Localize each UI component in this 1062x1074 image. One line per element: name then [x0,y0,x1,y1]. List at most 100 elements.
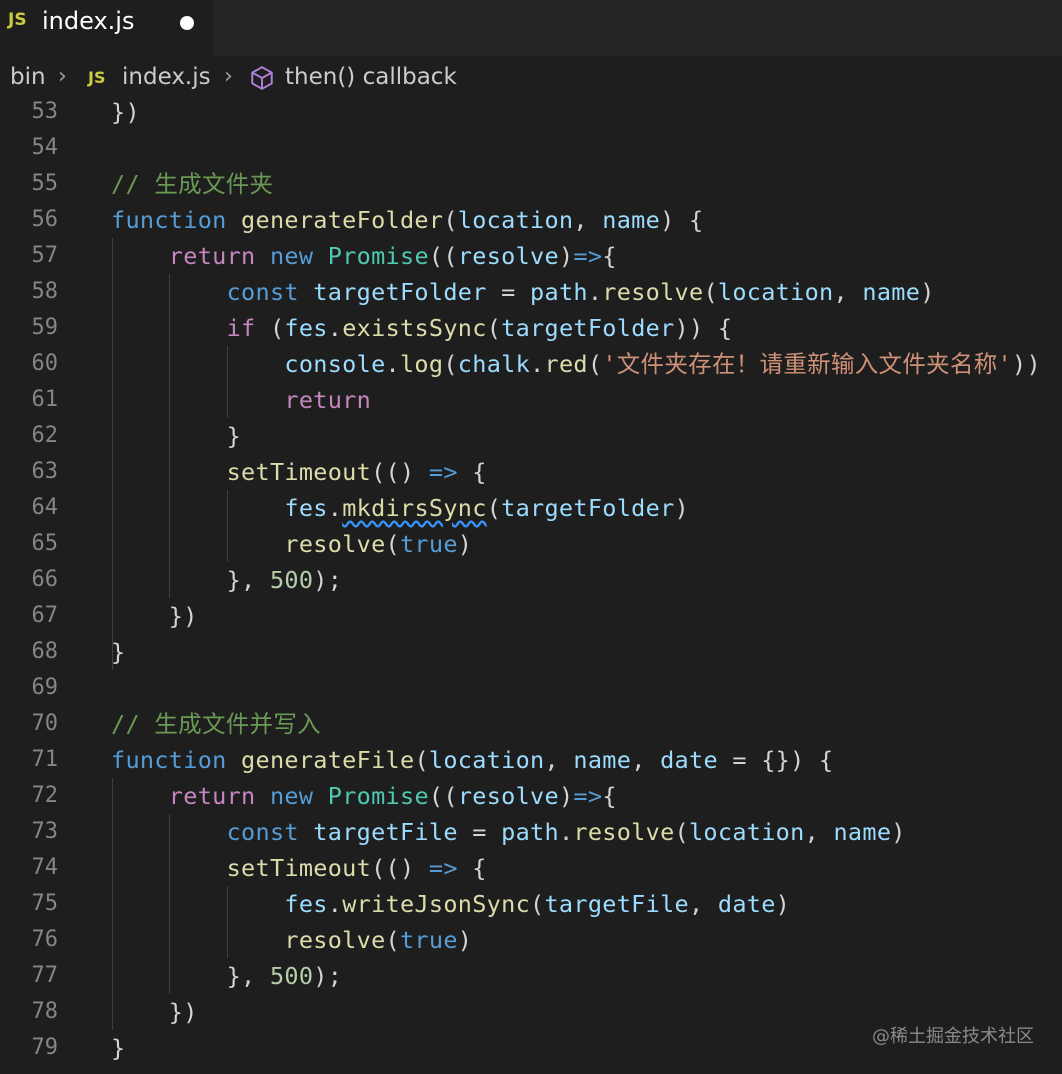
code-line[interactable]: 64 fes.mkdirsSync(targetFolder) [0,490,1062,526]
code-token: } [111,1034,126,1062]
code-token: = [457,818,502,846]
code-line[interactable]: 73 const targetFile = path.resolve(locat… [0,814,1062,850]
code-line[interactable]: 61 return [0,382,1062,418]
breadcrumb-symbol[interactable]: then() callback [285,64,457,90]
breadcrumb-folder[interactable]: bin [10,64,46,90]
code-token: . [558,818,574,846]
code-line[interactable]: 76 resolve(true) [0,922,1062,958]
tab-bar: JS index.js [0,0,1062,56]
code-token: ( [530,890,545,918]
code-line[interactable]: 67 }) [0,598,1062,634]
code-token: ) { [660,206,704,234]
code-token: ( [385,530,400,558]
line-number: 62 [31,423,59,448]
line-number: 57 [31,243,59,268]
code-line[interactable]: 57 return new Promise((resolve)=>{ [0,238,1062,274]
code-line[interactable]: 69 [0,670,1062,706]
chevron-right-icon: › [224,64,233,89]
code-line[interactable]: 72 return new Promise((resolve)=>{ [0,778,1062,814]
code-line[interactable]: 53}) [0,94,1062,130]
code-token: name [833,818,892,846]
watermark: @稀土掘金技术社区 [872,1026,1034,1047]
code-token: }) [111,98,140,126]
code-token: }, [111,566,270,594]
tab-index-js[interactable]: JS index.js [0,0,214,56]
code-line[interactable]: 75 fes.writeJsonSync(targetFile, date) [0,886,1062,922]
code-line[interactable]: 58 const targetFolder = path.resolve(loc… [0,274,1062,310]
code-line[interactable]: 56 function generateFolder(location, name… [0,202,1062,238]
code-token: ( [486,494,502,522]
line-number: 74 [31,855,59,880]
code-token: generateFolder [241,206,444,234]
javascript-file-icon: JS [8,10,27,30]
code-token: { [457,854,487,882]
code-line[interactable]: 54 [0,130,1062,166]
code-token: true [399,926,458,954]
code-line[interactable]: 70 // 生成文件并写入 [0,706,1062,742]
code-line[interactable]: 62 } [0,418,1062,454]
line-number: 64 [31,495,59,520]
code-line[interactable]: 55 // 生成文件夹 [0,166,1062,202]
code-text: resolve(true) [111,526,472,562]
code-text: return new Promise((resolve)=>{ [111,238,617,274]
code-token: setTimeout [226,458,372,486]
code-token: targetFolder [501,494,675,522]
tab-label: index.js [42,7,135,35]
code-line[interactable]: 68} [0,634,1062,670]
code-text: } [111,418,241,454]
code-token: ); [313,962,343,990]
code-line[interactable]: 77 }, 500); [0,958,1062,994]
code-line[interactable]: 74 setTimeout(() => { [0,850,1062,886]
code-token: } [111,422,242,450]
line-number: 76 [31,927,59,952]
code-line[interactable]: 59 if (fes.existsSync(targetFolder)) { [0,310,1062,346]
code-token: if [226,314,256,342]
line-number: 70 [31,711,59,736]
line-number: 69 [31,675,59,700]
code-token: { [457,458,487,486]
code-text: const targetFolder = path.resolve(locati… [111,274,935,310]
code-token: ) [775,890,791,918]
code-line[interactable]: 71 function generateFile(location, name, … [0,742,1062,778]
code-token: = {}) { [717,746,834,774]
code-token: ( [414,746,429,774]
code-token: resolve [602,278,704,306]
code-token: . [327,494,343,522]
code-text: function generateFolder(location, name) … [111,202,703,238]
breadcrumb-file[interactable]: index.js [122,64,211,90]
code-token: ); [313,566,343,594]
code-token: ) [457,530,473,558]
line-number: 77 [31,963,59,988]
code-token: , [804,818,834,846]
code-token: ) [558,782,574,810]
line-number: 63 [31,459,59,484]
code-text: // 生成文件夹 [111,166,273,202]
chevron-right-icon: › [58,64,67,89]
code-token: existsSync [342,314,487,342]
code-editor[interactable]: 53}) 54 55 // 生成文件夹 56 function generateFolde… [0,94,1062,1074]
code-line[interactable]: 60 console.log(chalk.red('文件夹存在！请重新输入文件夹… [0,346,1062,382]
code-line[interactable]: 65 resolve(true) [0,526,1062,562]
code-token: console [284,350,386,378]
code-line[interactable]: 63 setTimeout(() => { [0,454,1062,490]
code-line[interactable]: 66 }, 500); [0,562,1062,598]
unsaved-dot-icon[interactable] [180,16,194,30]
code-token: name [573,746,632,774]
code-token: mkdirsSync [342,494,487,522]
code-token: , [688,890,718,918]
code-token: (() [371,458,429,486]
code-text: }) [111,598,198,634]
code-token: resolve [284,530,386,558]
line-number: 73 [31,819,59,844]
line-number: 59 [31,315,59,340]
code-token: (( [428,782,458,810]
code-token: }) [111,602,198,630]
